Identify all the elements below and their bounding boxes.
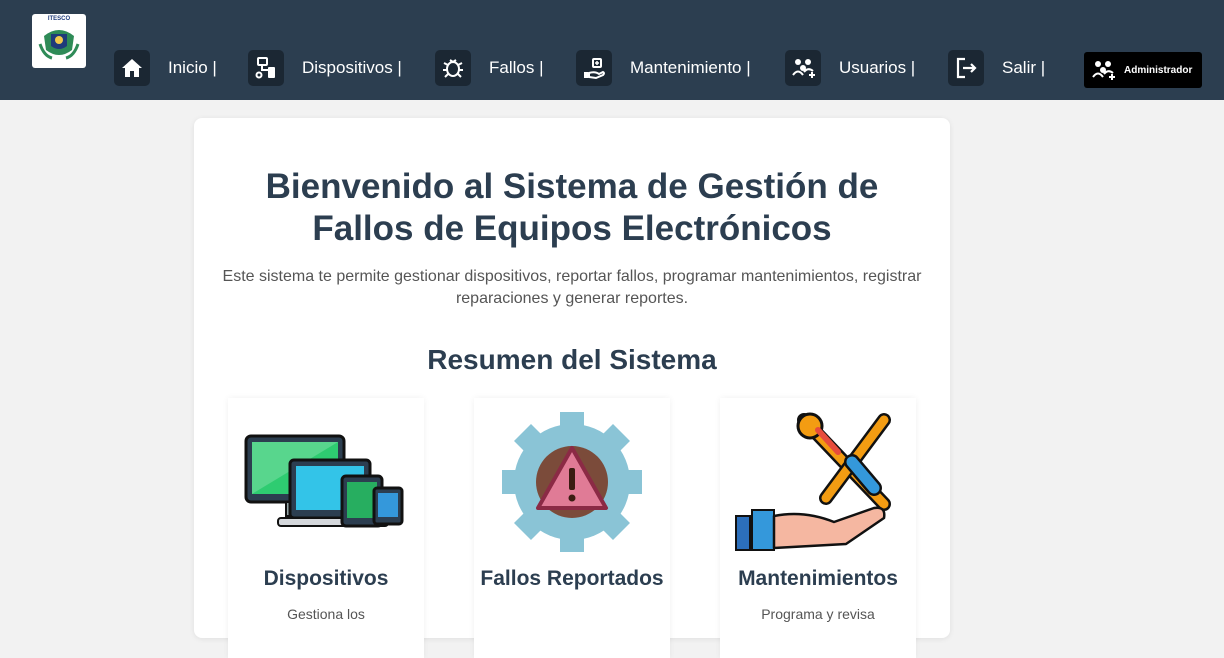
users-icon [1092,61,1115,80]
home-icon [114,50,150,86]
nav-item-fallos[interactable]: Fallos | [435,50,544,86]
warning-gear-illustration-icon [502,412,642,552]
nav-item-usuarios[interactable]: Usuarios | [785,50,915,86]
shield-icon [38,30,80,60]
nav-label-dispositivos: Dispositivos | [302,58,402,77]
logout-icon [948,50,984,86]
card-desc-mantenimientos: Programa y revisa [761,606,875,622]
card-title-fallos: Fallos Reportados [480,567,664,590]
user-role-label: Administrador [1124,64,1193,76]
card-title-dispositivos: Dispositivos [263,567,389,590]
nav-item-dispositivos[interactable]: Dispositivos | [248,50,402,86]
nav-item-salir[interactable]: Salir | [948,50,1045,86]
user-role-badge[interactable]: Administrador [1084,52,1202,88]
nav-label-fallos: Fallos | [489,58,544,77]
devices-icon [248,50,284,86]
nav-label-inicio: Inicio | [168,58,217,77]
nav-label-usuarios: Usuarios | [839,58,916,77]
devices-illustration-icon [244,434,404,528]
users-icon [785,50,821,86]
bug-icon [435,50,471,86]
summary-card-mantenimientos[interactable]: Mantenimientos Programa y revisa [720,398,916,658]
nav-label-salir: Salir | [1002,58,1046,77]
page-description: Este sistema te permite gestionar dispos… [222,268,922,307]
card-title-mantenimientos: Mantenimientos [738,567,898,590]
top-navbar: ITESCO Inicio | Dispositivos | Fallos | … [0,0,1224,100]
nav-item-inicio[interactable]: Inicio | [114,50,217,86]
summary-title: Resumen del Sistema [427,344,717,375]
page-title: Bienvenido al Sistema de Gestión de Fall… [265,167,879,248]
tools-hand-illustration-icon [735,412,891,551]
itesco-logo[interactable]: ITESCO [32,14,86,68]
welcome-panel: Bienvenido al Sistema de Gestión de Fall… [194,118,950,658]
summary-card-fallos[interactable]: Fallos Reportados [474,398,670,658]
nav-label-mantenimiento: Mantenimiento | [630,58,751,77]
maintenance-icon [576,50,612,86]
card-desc-dispositivos: Gestiona los [287,606,365,622]
summary-card-dispositivos[interactable]: Dispositivos Gestiona los [228,398,424,658]
nav-item-mantenimiento[interactable]: Mantenimiento | [576,50,751,86]
